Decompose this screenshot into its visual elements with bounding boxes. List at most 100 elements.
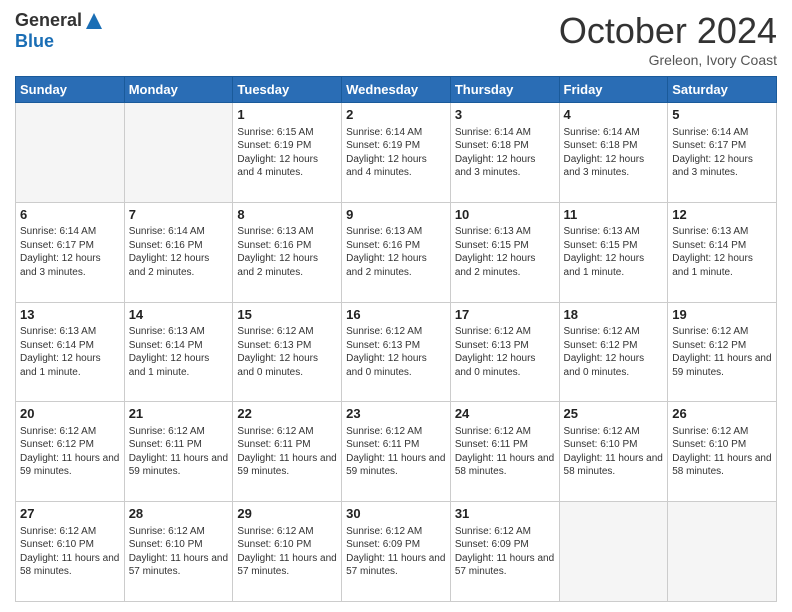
header: General Blue October 2024 Greleon, Ivory… — [15, 10, 777, 68]
day-number: 16 — [346, 306, 446, 324]
day-info: Sunrise: 6:12 AM Sunset: 6:10 PM Dayligh… — [129, 525, 229, 579]
day-info: Sunrise: 6:12 AM Sunset: 6:11 PM Dayligh… — [129, 425, 229, 479]
day-number: 17 — [455, 306, 555, 324]
col-tuesday: Tuesday — [233, 77, 342, 103]
calendar-cell: 31Sunrise: 6:12 AM Sunset: 6:09 PM Dayli… — [450, 502, 559, 602]
title-area: October 2024 Greleon, Ivory Coast — [559, 10, 777, 68]
calendar-cell: 7Sunrise: 6:14 AM Sunset: 6:16 PM Daylig… — [124, 202, 233, 302]
calendar-cell: 5Sunrise: 6:14 AM Sunset: 6:17 PM Daylig… — [668, 103, 777, 203]
calendar-cell: 25 Sunrise: 6:12 AM Sunset: 6:10 PM Dayli… — [559, 402, 668, 502]
calendar-cell: 28 Sunrise: 6:12 AM Sunset: 6:10 PM Dayli… — [124, 502, 233, 602]
day-number: 14 — [129, 306, 229, 324]
calendar-cell: 8Sunrise: 6:13 AM Sunset: 6:16 PM Daylig… — [233, 202, 342, 302]
day-info: Sunrise: 6:12 AM Sunset: 6:11 PM Dayligh… — [455, 425, 555, 479]
calendar-cell: 3Sunrise: 6:14 AM Sunset: 6:18 PM Daylig… — [450, 103, 559, 203]
calendar-cell: 1Sunrise: 6:15 AM Sunset: 6:19 PM Daylig… — [233, 103, 342, 203]
day-info: Sunrise: 6:13 AM Sunset: 6:14 PM Dayligh… — [129, 325, 229, 379]
day-number: 25 — [564, 405, 664, 423]
calendar-cell — [16, 103, 125, 203]
calendar-cell — [124, 103, 233, 203]
day-info: Sunrise: 6:13 AM Sunset: 6:14 PM Dayligh… — [20, 325, 120, 379]
day-number: 7 — [129, 206, 229, 224]
calendar-week-row: 20 Sunrise: 6:12 AM Sunset: 6:12 PM Dayli… — [16, 402, 777, 502]
calendar-cell: 22 Sunrise: 6:12 AM Sunset: 6:11 PM Dayli… — [233, 402, 342, 502]
day-number: 28 — [129, 505, 229, 523]
calendar-cell: 10Sunrise: 6:13 AM Sunset: 6:15 PM Dayli… — [450, 202, 559, 302]
day-number: 4 — [564, 106, 664, 124]
calendar-cell — [668, 502, 777, 602]
calendar-cell: 18Sunrise: 6:12 AM Sunset: 6:12 PM Dayli… — [559, 302, 668, 402]
day-info: Sunrise: 6:12 AM Sunset: 6:10 PM Dayligh… — [237, 525, 337, 579]
month-title: October 2024 — [559, 10, 777, 52]
day-info: Sunrise: 6:12 AM Sunset: 6:13 PM Dayligh… — [237, 325, 337, 379]
col-monday: Monday — [124, 77, 233, 103]
day-number: 6 — [20, 206, 120, 224]
day-info: Sunrise: 6:14 AM Sunset: 6:17 PM Dayligh… — [20, 225, 120, 279]
day-info: Sunrise: 6:12 AM Sunset: 6:12 PM Dayligh… — [672, 325, 772, 379]
day-number: 24 — [455, 405, 555, 423]
day-info: Sunrise: 6:12 AM Sunset: 6:10 PM Dayligh… — [672, 425, 772, 479]
col-friday: Friday — [559, 77, 668, 103]
calendar-cell: 24 Sunrise: 6:12 AM Sunset: 6:11 PM Dayli… — [450, 402, 559, 502]
day-info: Sunrise: 6:13 AM Sunset: 6:15 PM Dayligh… — [455, 225, 555, 279]
calendar-cell: 29 Sunrise: 6:12 AM Sunset: 6:10 PM Dayli… — [233, 502, 342, 602]
day-info: Sunrise: 6:13 AM Sunset: 6:14 PM Dayligh… — [672, 225, 772, 279]
day-info: Sunrise: 6:14 AM Sunset: 6:17 PM Dayligh… — [672, 126, 772, 180]
day-info: Sunrise: 6:14 AM Sunset: 6:18 PM Dayligh… — [564, 126, 664, 180]
day-info: Sunrise: 6:12 AM Sunset: 6:12 PM Dayligh… — [564, 325, 664, 379]
day-number: 22 — [237, 405, 337, 423]
logo: General Blue — [15, 10, 104, 52]
calendar-cell: 14Sunrise: 6:13 AM Sunset: 6:14 PM Dayli… — [124, 302, 233, 402]
day-number: 18 — [564, 306, 664, 324]
day-number: 19 — [672, 306, 772, 324]
calendar-cell: 26 Sunrise: 6:12 AM Sunset: 6:10 PM Dayli… — [668, 402, 777, 502]
calendar-cell — [559, 502, 668, 602]
day-info: Sunrise: 6:12 AM Sunset: 6:10 PM Dayligh… — [564, 425, 664, 479]
day-info: Sunrise: 6:12 AM Sunset: 6:12 PM Dayligh… — [20, 425, 120, 479]
page: General Blue October 2024 Greleon, Ivory… — [0, 0, 792, 612]
day-info: Sunrise: 6:13 AM Sunset: 6:15 PM Dayligh… — [564, 225, 664, 279]
calendar-cell: 4 Sunrise: 6:14 AM Sunset: 6:18 PM Daylig… — [559, 103, 668, 203]
day-number: 21 — [129, 405, 229, 423]
col-thursday: Thursday — [450, 77, 559, 103]
calendar-cell: 30Sunrise: 6:12 AM Sunset: 6:09 PM Dayli… — [342, 502, 451, 602]
day-info: Sunrise: 6:12 AM Sunset: 6:11 PM Dayligh… — [237, 425, 337, 479]
calendar-cell: 9Sunrise: 6:13 AM Sunset: 6:16 PM Daylig… — [342, 202, 451, 302]
day-info: Sunrise: 6:13 AM Sunset: 6:16 PM Dayligh… — [237, 225, 337, 279]
calendar-cell: 19Sunrise: 6:12 AM Sunset: 6:12 PM Dayli… — [668, 302, 777, 402]
col-sunday: Sunday — [16, 77, 125, 103]
calendar-week-row: 1Sunrise: 6:15 AM Sunset: 6:19 PM Daylig… — [16, 103, 777, 203]
calendar-cell: 27 Sunrise: 6:12 AM Sunset: 6:10 PM Dayli… — [16, 502, 125, 602]
col-wednesday: Wednesday — [342, 77, 451, 103]
day-number: 27 — [20, 505, 120, 523]
day-number: 26 — [672, 405, 772, 423]
day-info: Sunrise: 6:14 AM Sunset: 6:16 PM Dayligh… — [129, 225, 229, 279]
day-number: 2 — [346, 106, 446, 124]
day-info: Sunrise: 6:12 AM Sunset: 6:13 PM Dayligh… — [346, 325, 446, 379]
calendar-cell: 13Sunrise: 6:13 AM Sunset: 6:14 PM Dayli… — [16, 302, 125, 402]
calendar-week-row: 27 Sunrise: 6:12 AM Sunset: 6:10 PM Dayli… — [16, 502, 777, 602]
calendar-cell: 15Sunrise: 6:12 AM Sunset: 6:13 PM Dayli… — [233, 302, 342, 402]
day-number: 29 — [237, 505, 337, 523]
day-info: Sunrise: 6:12 AM Sunset: 6:11 PM Dayligh… — [346, 425, 446, 479]
calendar-cell: 16Sunrise: 6:12 AM Sunset: 6:13 PM Dayli… — [342, 302, 451, 402]
day-number: 10 — [455, 206, 555, 224]
day-number: 13 — [20, 306, 120, 324]
day-number: 9 — [346, 206, 446, 224]
calendar-cell: 21 Sunrise: 6:12 AM Sunset: 6:11 PM Dayli… — [124, 402, 233, 502]
col-saturday: Saturday — [668, 77, 777, 103]
calendar-cell: 23Sunrise: 6:12 AM Sunset: 6:11 PM Dayli… — [342, 402, 451, 502]
day-number: 31 — [455, 505, 555, 523]
logo-blue-text: Blue — [15, 31, 54, 52]
calendar-cell: 20 Sunrise: 6:12 AM Sunset: 6:12 PM Dayli… — [16, 402, 125, 502]
location: Greleon, Ivory Coast — [559, 52, 777, 68]
calendar-header-row: Sunday Monday Tuesday Wednesday Thursday… — [16, 77, 777, 103]
calendar-week-row: 6Sunrise: 6:14 AM Sunset: 6:17 PM Daylig… — [16, 202, 777, 302]
logo-icon — [84, 11, 104, 31]
day-number: 1 — [237, 106, 337, 124]
day-info: Sunrise: 6:12 AM Sunset: 6:10 PM Dayligh… — [20, 525, 120, 579]
day-number: 15 — [237, 306, 337, 324]
day-number: 20 — [20, 405, 120, 423]
calendar-week-row: 13Sunrise: 6:13 AM Sunset: 6:14 PM Dayli… — [16, 302, 777, 402]
calendar-cell: 2Sunrise: 6:14 AM Sunset: 6:19 PM Daylig… — [342, 103, 451, 203]
